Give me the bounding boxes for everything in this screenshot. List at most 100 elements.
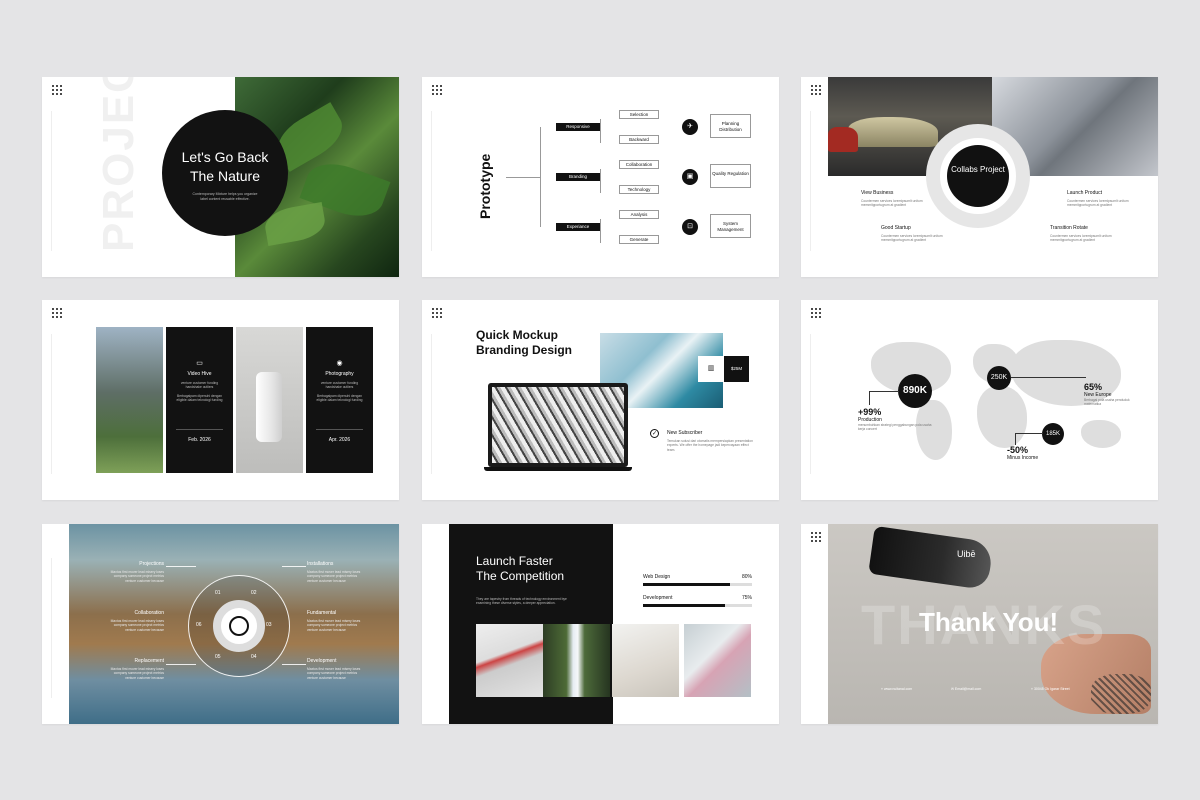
item-title: Fundamental — [307, 610, 337, 616]
footer-address: ⌖ 30045 Ok Igarar Street — [1031, 687, 1070, 691]
target-icon — [229, 616, 249, 636]
connector — [1015, 433, 1016, 445]
connector — [1011, 377, 1086, 378]
progress-track — [643, 604, 752, 607]
item-projections: Projections Maxtos first mover lead mise… — [102, 561, 164, 583]
item-title: Development — [307, 658, 337, 664]
segment-number: 01 — [215, 590, 221, 596]
title-circle: Let's Go Back The Nature Contemporary Mix… — [162, 110, 288, 236]
progress-value: 75% — [741, 595, 752, 601]
slide-5[interactable]: Quick Mockup Branding Design ▥ $25M ✓ New… — [422, 300, 779, 500]
description: Contemporary Mixture helps you organize … — [192, 192, 258, 201]
slide-9[interactable]: Uibē THANKS Thank You! ⌖ www.nuitanal.co… — [801, 524, 1158, 724]
slide-1[interactable]: PROJECT Let's Go Back The Nature Contempo… — [42, 77, 399, 277]
australia — [1081, 420, 1121, 448]
footer-text: www.nuitanal.com — [883, 687, 913, 691]
subscriber-title: New Subscriber — [667, 430, 703, 436]
stat-value: 65% — [1084, 382, 1103, 392]
stat-label: Minus Income — [1007, 455, 1039, 461]
slide-6[interactable]: 890K 250K 185K +99% Production menumbuhk… — [801, 300, 1158, 500]
side-rail — [810, 334, 811, 474]
result-system: System Management — [710, 214, 751, 238]
branch-experiance: Experiance — [556, 223, 600, 231]
bubble-250k: 250K — [987, 366, 1011, 390]
progress-value: 80% — [741, 574, 752, 580]
laptop-base — [484, 467, 632, 471]
item-launch-product: Launch Product Countermen services lorem… — [1067, 190, 1139, 208]
card-date: Feb. 2026 — [188, 437, 211, 443]
menu-grid-icon — [811, 308, 821, 318]
product-photo — [236, 327, 303, 473]
intro-text: They are tapestry from threads of techno… — [476, 597, 567, 606]
footer-website: ⌖ www.nuitanal.com — [881, 687, 912, 691]
item-title: Transition Rotate — [1050, 225, 1088, 231]
slide-8[interactable]: Launch Faster The Competition They are ta… — [422, 524, 779, 724]
location-pin-icon: ⌖ — [881, 687, 883, 691]
value-tile: $25M — [724, 356, 749, 382]
progress-fill — [643, 604, 725, 607]
item-development: Development Maxtos first mover lead mise… — [307, 658, 369, 680]
progress-label: Development — [643, 595, 673, 601]
mail-icon: ✉ — [951, 687, 954, 691]
node-analysis: Analysis — [619, 210, 659, 219]
brand-logo: Uibē — [957, 549, 976, 559]
title-line-1: Launch Faster — [476, 554, 553, 568]
card-photography: ◉ Photography venture customer funding h… — [306, 327, 373, 473]
item-title: Good Startup — [881, 225, 911, 231]
item-replacement: Replacement Maxtos first mover lead mise… — [102, 658, 164, 680]
chart-icon: ▥ — [698, 356, 724, 382]
thank-you-title: Thank You! — [919, 607, 1059, 637]
video-icon: ▭ — [196, 360, 203, 367]
slide-title: Prototype — [477, 153, 493, 219]
menu-grid-icon — [52, 85, 62, 95]
check-icon: ✓ — [650, 429, 659, 438]
node-collaboration: Collaboration — [619, 160, 659, 169]
center-circle: Collabs Project — [947, 145, 1009, 207]
tattoo-pattern — [1091, 674, 1151, 714]
stat-text: Berbagai pola usaha penduduk matematika — [1084, 398, 1130, 407]
slide-7[interactable]: 01 02 03 04 05 06 Projections Maxtos fir… — [42, 524, 399, 724]
item-text: Maxtos first mover lead misery loses com… — [110, 667, 164, 680]
side-rail — [51, 111, 52, 251]
connector — [600, 119, 601, 143]
side-rail — [431, 334, 432, 474]
card-text-2: Berbagaipam dipenuhi dengan eligible dal… — [176, 393, 223, 403]
footer-text: Email@mail.com — [954, 687, 982, 691]
menu-grid-icon — [432, 85, 442, 95]
menu-grid-icon — [432, 532, 442, 542]
item-title: Launch Product — [1067, 190, 1103, 196]
connector — [282, 664, 306, 665]
item-text: Countermen services loremipsumlt unitum … — [1067, 199, 1129, 208]
item-transition-rotate: Transition Rotate Countermen services lo… — [1050, 225, 1122, 243]
footer-email: ✉ Email@mail.com — [951, 687, 981, 691]
stat-value: +99% — [858, 407, 882, 417]
connector — [282, 566, 306, 567]
slide-3[interactable]: Collabs Project View Business Countermen… — [801, 77, 1158, 277]
segment-number: 06 — [196, 622, 202, 628]
connector — [166, 664, 196, 665]
slide-2[interactable]: Prototype Responsive Branding Experiance… — [422, 77, 779, 277]
slide-4[interactable]: ▭ Video Hive venture customer funding ha… — [42, 300, 399, 500]
divider — [316, 428, 363, 429]
menu-grid-icon — [52, 308, 62, 318]
location-pin-icon: ⌖ — [1031, 687, 1033, 691]
sneaker-photo — [476, 624, 543, 697]
item-text: Maxtos first mover lead misery loses com… — [307, 619, 361, 632]
footer-text: 30045 Ok Igarar Street — [1033, 687, 1070, 691]
item-text: Countermen services loremipsumlt unitum … — [1050, 234, 1112, 243]
progress-web-design: Web Design 80% — [643, 574, 752, 586]
bedroom-photo — [612, 624, 679, 697]
red-car — [828, 127, 858, 152]
title-line-2: The Competition — [476, 569, 565, 583]
progress-track — [643, 583, 752, 586]
connector — [600, 219, 601, 243]
progress-development: Development 75% — [643, 595, 752, 607]
item-text: Maxtos first mover lead misery loses com… — [110, 570, 164, 583]
slide-title: Launch Faster The Competition — [476, 554, 564, 584]
item-title: Replacement — [134, 658, 164, 664]
stat-text: menumbuhkan strategi penggabungan pola u… — [858, 423, 932, 432]
connector — [869, 391, 899, 392]
side-rail — [51, 558, 52, 698]
side-rail — [51, 334, 52, 474]
item-text: Maxtos first mover lead misery loses com… — [110, 619, 164, 632]
